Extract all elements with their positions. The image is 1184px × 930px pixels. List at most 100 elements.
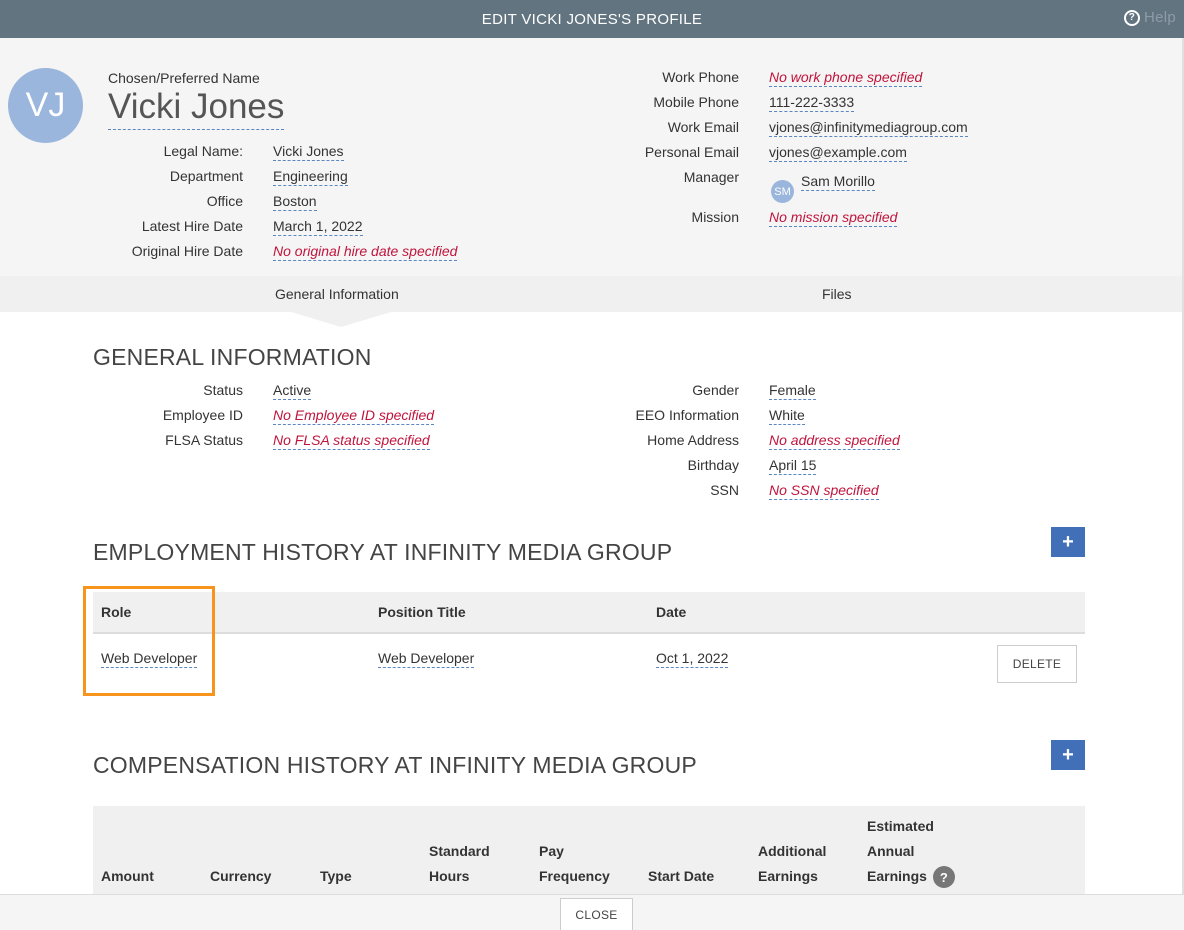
office-value[interactable]: Boston: [273, 193, 317, 211]
ssn-value-wrap: No SSN specified: [769, 482, 879, 502]
field-label: Mobile Phone: [653, 94, 739, 110]
legal-name-value-wrap: Vicki Jones: [273, 143, 344, 163]
add-employment-button[interactable]: +: [1051, 527, 1085, 557]
preferred-name-label: Chosen/Preferred Name: [108, 70, 260, 86]
header-line: [320, 814, 420, 839]
work-phone-value-wrap: No work phone specified: [769, 69, 923, 89]
mission-value[interactable]: No mission specified: [769, 209, 898, 227]
original-hire-date-value[interactable]: No original hire date specified: [273, 243, 458, 261]
field-label: Legal Name:: [163, 143, 243, 159]
employment-table-header: Role Position Title Date: [93, 592, 1085, 634]
manager-value[interactable]: Sam Morillo: [801, 173, 875, 191]
birthday-value-wrap: April 15: [769, 457, 817, 477]
work-email-value[interactable]: vjones@infinitymediagroup.com: [769, 119, 968, 137]
close-button[interactable]: CLOSE: [560, 898, 633, 930]
header-line: [320, 839, 420, 864]
field-label: Gender: [692, 382, 739, 398]
gender-value[interactable]: Female: [769, 382, 816, 400]
eeo-value[interactable]: White: [769, 407, 805, 425]
column-header-estimated-annual-earnings[interactable]: Estimated Annual Earnings?: [867, 814, 1007, 889]
mobile-phone-value-wrap: 111-222-3333: [769, 94, 855, 114]
position-title-value[interactable]: Web Developer: [378, 650, 475, 668]
department-value-wrap: Engineering: [273, 168, 348, 188]
latest-hire-date-value[interactable]: March 1, 2022: [273, 218, 363, 236]
flsa-status-value[interactable]: No FLSA status specified: [273, 432, 430, 450]
column-header-position-title[interactable]: Position Title: [378, 600, 466, 625]
home-address-row: Home Address: [500, 432, 739, 452]
preferred-name-value[interactable]: Vicki Jones: [108, 86, 285, 130]
header-line: Estimated: [867, 818, 934, 834]
delete-button[interactable]: DELETE: [997, 645, 1077, 683]
column-header-start-date[interactable]: Start Date: [648, 814, 748, 889]
add-compensation-button[interactable]: +: [1051, 740, 1085, 770]
status-value[interactable]: Active: [273, 382, 312, 400]
header-line: Standard: [429, 843, 490, 859]
field-label: Mission: [691, 209, 739, 225]
birthday-row: Birthday: [500, 457, 739, 477]
mission-row: Mission: [500, 209, 739, 229]
header-line: Amount: [101, 868, 154, 884]
column-header-standard-hours[interactable]: Standard Hours: [429, 814, 529, 889]
manager-avatar: SM: [771, 180, 794, 203]
field-label: FLSA Status: [165, 432, 243, 448]
dialog-title: EDIT VICKI JONES'S PROFILE: [481, 10, 703, 28]
legal-name-value[interactable]: Vicki Jones: [273, 143, 344, 161]
work-email-row: Work Email: [500, 119, 739, 139]
gender-value-wrap: Female: [769, 382, 816, 402]
ssn-row: SSN: [500, 482, 739, 502]
column-header-currency[interactable]: Currency: [210, 814, 310, 889]
personal-email-value[interactable]: vjones@example.com: [769, 144, 907, 162]
table-row: Web Developer Web Developer Oct 1, 2022: [93, 636, 1085, 692]
latest-hire-row: Latest Hire Date: [0, 218, 243, 238]
tab-files[interactable]: Files: [822, 286, 852, 302]
active-tab-pointer: [291, 312, 391, 327]
compensation-history-title: COMPENSATION HISTORY AT INFINITY MEDIA G…: [93, 752, 697, 778]
date-value[interactable]: Oct 1, 2022: [656, 650, 729, 668]
work-phone-row: Work Phone: [500, 69, 739, 89]
dialog-titlebar: EDIT VICKI JONES'S PROFILE ? Help: [0, 0, 1184, 38]
field-label: Latest Hire Date: [141, 218, 243, 234]
work-phone-value[interactable]: No work phone specified: [769, 69, 923, 87]
help-label: Help: [1143, 9, 1176, 26]
field-label: Home Address: [647, 432, 739, 448]
header-line: [758, 814, 858, 839]
column-header-type[interactable]: Type: [320, 814, 420, 889]
column-header-amount[interactable]: Amount: [101, 814, 201, 889]
header-line: [101, 814, 201, 839]
home-address-value[interactable]: No address specified: [769, 432, 900, 450]
legal-name-row: Legal Name:: [0, 143, 243, 163]
department-value[interactable]: Engineering: [273, 168, 348, 186]
header-line: Hours: [429, 868, 470, 884]
employee-id-value[interactable]: No Employee ID specified: [273, 407, 435, 425]
personal-email-row: Personal Email: [500, 144, 739, 164]
status-row: Status: [0, 382, 243, 402]
office-value-wrap: Boston: [273, 193, 317, 213]
ssn-value[interactable]: No SSN specified: [769, 482, 879, 500]
mission-value-wrap: No mission specified: [769, 209, 898, 229]
header-line: [210, 814, 310, 839]
header-line: [210, 839, 310, 864]
flsa-row: FLSA Status: [0, 432, 243, 452]
help-link[interactable]: ? Help: [1123, 9, 1176, 26]
field-label: Employee ID: [162, 407, 243, 423]
question-icon[interactable]: ?: [932, 866, 955, 889]
column-header-additional-earnings[interactable]: Additional Earnings: [758, 814, 858, 889]
header-line: Start Date: [648, 868, 715, 884]
field-label: SSN: [710, 482, 739, 498]
header-line-with-icon: Earnings?: [867, 864, 1007, 889]
header-line: Earnings: [758, 868, 818, 884]
header-line: Type: [320, 868, 352, 884]
tab-general-information[interactable]: General Information: [275, 286, 399, 302]
help-icon: ?: [1123, 9, 1140, 26]
column-header-date[interactable]: Date: [656, 600, 686, 625]
field-label: Work Email: [667, 119, 739, 135]
eeo-row: EEO Information: [500, 407, 740, 427]
mobile-phone-value[interactable]: 111-222-3333: [769, 94, 855, 112]
column-header-pay-frequency[interactable]: Pay Frequency: [539, 814, 639, 889]
header-line: Pay: [539, 843, 564, 859]
birthday-value[interactable]: April 15: [769, 457, 817, 475]
field-label: Manager: [683, 169, 739, 185]
flsa-value-wrap: No FLSA status specified: [273, 432, 430, 452]
field-label: Work Phone: [662, 69, 739, 85]
avatar[interactable]: VJ: [8, 68, 83, 143]
